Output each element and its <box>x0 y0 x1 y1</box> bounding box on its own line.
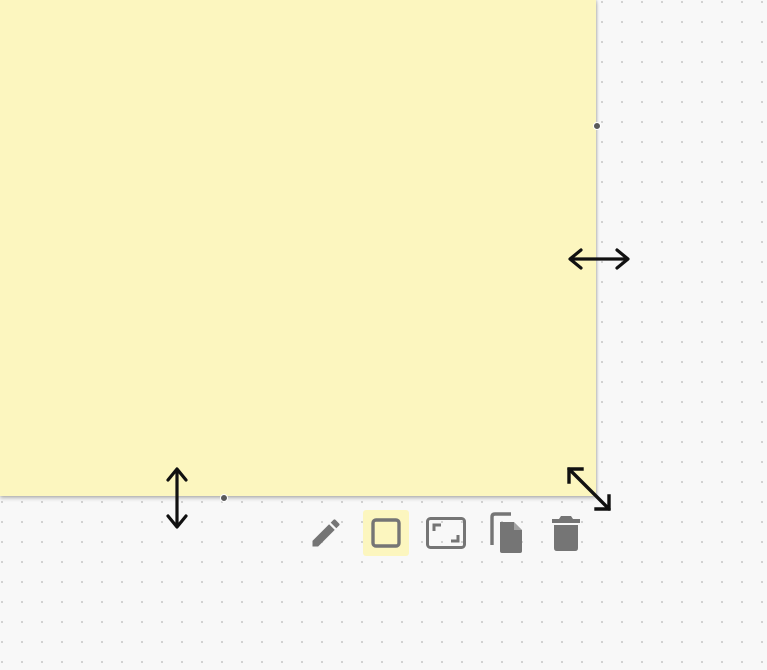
resize-horizontal-handle[interactable] <box>566 244 632 274</box>
note-toolbar <box>303 510 589 556</box>
resize-vertical-handle[interactable] <box>162 465 192 531</box>
frame-icon <box>426 517 466 549</box>
arrows-diagonal-icon <box>567 467 611 511</box>
square-icon <box>371 518 401 548</box>
copy-icon <box>490 512 522 553</box>
fit-to-frame-button[interactable] <box>423 510 469 556</box>
arrows-vertical-icon <box>166 467 188 529</box>
resize-diagonal-handle[interactable] <box>562 462 616 516</box>
delete-button[interactable] <box>543 510 589 556</box>
pencil-icon <box>312 519 340 547</box>
sticky-note[interactable] <box>0 0 596 496</box>
arrows-horizontal-icon <box>568 248 630 270</box>
connector-point-bottom[interactable] <box>220 494 228 502</box>
duplicate-button[interactable] <box>483 510 529 556</box>
trash-icon <box>552 516 580 551</box>
edit-button[interactable] <box>303 510 349 556</box>
connector-point-right[interactable] <box>593 122 601 130</box>
whiteboard-canvas[interactable] <box>0 0 767 670</box>
shape-button[interactable] <box>363 510 409 556</box>
